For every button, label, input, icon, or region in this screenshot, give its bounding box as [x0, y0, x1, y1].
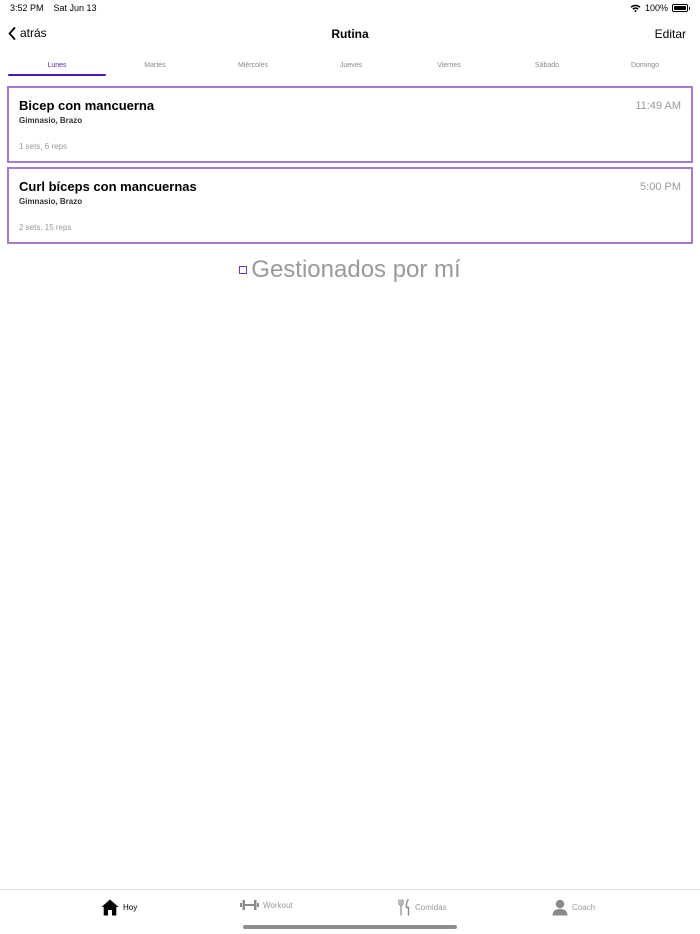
routine-card[interactable]: Bicep con mancuerna Gimnasio, Brazo 11:4…: [7, 86, 693, 163]
tab-comidas[interactable]: Comidas: [398, 899, 447, 916]
tab-label: Coach: [572, 903, 596, 912]
tab-martes[interactable]: Martes: [106, 58, 204, 76]
page-title: Rutina: [331, 27, 369, 41]
managed-label[interactable]: Gestionados por mí: [251, 256, 460, 284]
home-indicator: [243, 925, 457, 929]
tab-domingo[interactable]: Domingo: [596, 58, 694, 76]
tab-workout[interactable]: Workout: [240, 899, 293, 911]
tab-label: Hoy: [123, 903, 138, 912]
routine-title: Bicep con mancuerna: [19, 98, 155, 113]
routine-sets: 2 sets, 15 reps: [19, 223, 72, 232]
routine-title: Curl bíceps con mancuernas: [19, 179, 197, 194]
wifi-icon: [630, 4, 641, 12]
home-icon: [101, 899, 119, 916]
navigation-bar: atrás Rutina Editar: [0, 18, 700, 50]
tab-miercoles[interactable]: Miércoles: [204, 58, 302, 76]
routine-list: Bicep con mancuerna Gimnasio, Brazo 11:4…: [7, 86, 693, 248]
battery-percent: 100%: [644, 3, 668, 13]
edit-button[interactable]: Editar: [655, 27, 686, 41]
routine-subtitle: Gimnasio, Brazo: [19, 116, 83, 125]
tab-sabado[interactable]: Sábado: [498, 58, 596, 76]
managed-filter: Gestionados por mí: [0, 256, 700, 284]
tab-label: Comidas: [415, 903, 447, 912]
tab-label: Workout: [263, 900, 293, 910]
routine-subtitle: Gimnasio, Brazo: [19, 197, 83, 206]
tab-viernes[interactable]: Viernes: [400, 58, 498, 76]
bottom-tab-bar: Hoy Workout Comidas Coach: [0, 889, 700, 934]
routine-time: 5:00 PM: [640, 181, 681, 193]
day-tabs: Lunes Martes Miércoles Jueves Viernes Sá…: [8, 58, 694, 76]
person-icon: [552, 899, 568, 916]
managed-checkbox[interactable]: [239, 266, 248, 274]
tab-jueves[interactable]: Jueves: [302, 58, 400, 76]
status-time: 3:52 PM: [10, 3, 44, 13]
tab-lunes[interactable]: Lunes: [8, 58, 106, 76]
tab-coach[interactable]: Coach: [552, 899, 595, 916]
battery-icon: [672, 4, 690, 12]
routine-card[interactable]: Curl bíceps con mancuernas Gimnasio, Bra…: [7, 167, 693, 244]
fork-knife-icon: [398, 899, 410, 916]
routine-time: 11:49 AM: [635, 100, 681, 112]
dumbbell-icon: [240, 900, 259, 910]
routine-sets: 1 sets, 6 reps: [19, 142, 68, 151]
tab-hoy[interactable]: Hoy: [101, 899, 137, 916]
status-bar: 3:52 PM Sat Jun 13 100%: [0, 0, 700, 18]
status-date: Sat Jun 13: [53, 3, 97, 13]
